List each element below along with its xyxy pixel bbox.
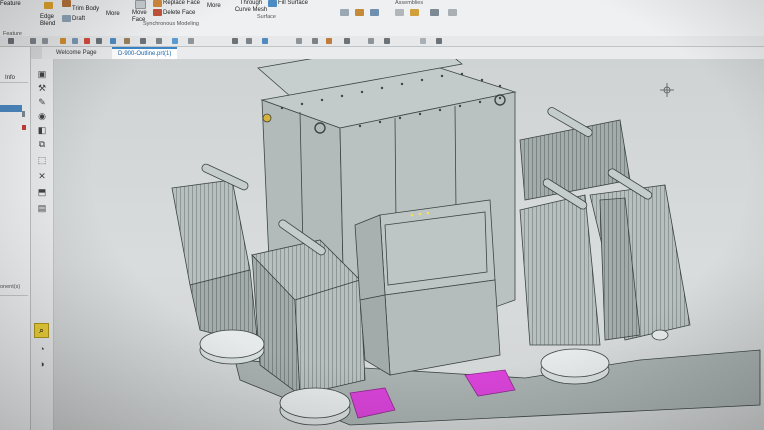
assembly-tool-icon[interactable] [430, 9, 439, 16]
search-icon[interactable]: ⌕ [34, 323, 49, 338]
tab-label: Welcome Page [56, 50, 97, 56]
feature-button[interactable]: Feature [0, 1, 21, 8]
navigator-strip: ▣ ⚒ ✎ ◉ ◧ ⧉ ⬚ ✕ ⬒ ▤ ⌕ ◔ ◑ [31, 59, 54, 430]
tab-welcome-page[interactable]: Welcome Page [50, 48, 103, 58]
constraint-navigator-icon[interactable]: ⚒ [36, 83, 48, 93]
close-icon[interactable]: ✕ [36, 171, 48, 181]
assembly-tool-icon[interactable] [410, 9, 419, 16]
view-icon[interactable] [420, 38, 426, 44]
filter-icon[interactable] [42, 38, 48, 44]
document-tabs: Welcome Page D-900-Outline.prt(1) [42, 47, 764, 59]
view-icon[interactable] [312, 38, 318, 44]
tree-icon [22, 111, 25, 117]
divider [0, 295, 28, 296]
snap-icon[interactable] [172, 38, 178, 44]
delete-face-button[interactable]: Delete Face [163, 10, 195, 17]
more-button[interactable]: More [106, 11, 120, 18]
settings-icon[interactable]: ◔ [36, 344, 48, 354]
snap-icon[interactable] [60, 38, 66, 44]
palette-icon[interactable]: ▤ [36, 203, 48, 213]
through-curve-mesh-button[interactable]: Through Curve Mesh [233, 0, 269, 14]
snap-icon[interactable] [72, 38, 78, 44]
snap-icon[interactable] [140, 38, 146, 44]
draft-icon [62, 15, 71, 22]
web-browser-icon[interactable]: ⬒ [36, 187, 48, 197]
view-icon[interactable] [296, 38, 302, 44]
trim-body-icon [62, 0, 71, 7]
history-icon[interactable]: ⧉ [36, 139, 48, 149]
snap-icon[interactable] [156, 38, 162, 44]
view-icon[interactable] [368, 38, 374, 44]
component-count-fragment: onent(s) [0, 284, 21, 290]
selected-row[interactable] [0, 105, 22, 112]
radiator-right-1 [519, 194, 601, 346]
move-face-icon [135, 0, 146, 9]
view-icon[interactable] [232, 38, 238, 44]
filter-icon[interactable] [30, 38, 36, 44]
assembly-tool-icon[interactable] [370, 9, 379, 16]
snap-icon[interactable] [110, 38, 116, 44]
graphics-window[interactable] [54, 59, 764, 430]
radiator-left-outer [171, 179, 251, 286]
view-icon[interactable] [384, 38, 390, 44]
view-icon[interactable] [436, 38, 442, 44]
assemblies-group-label: Assemblies [395, 0, 424, 6]
info-label: Info [5, 75, 16, 81]
lower-box [384, 279, 501, 376]
assembly-navigator-icon[interactable]: ▣ [36, 69, 48, 79]
draft-button[interactable]: Draft [72, 16, 85, 23]
crosshair-cursor [660, 83, 674, 97]
resource-bar: Info onent(s) [0, 47, 31, 430]
ribbon-toolbar: Feature Trim Body Draft Edge Blend More … [0, 0, 764, 41]
replace-face-button[interactable]: Replace Face [163, 0, 200, 7]
divider [0, 82, 28, 83]
snap-icon[interactable] [96, 38, 102, 44]
tree-icon [22, 125, 26, 130]
tab-model-file[interactable]: D-900-Outline.prt(1) [112, 47, 178, 59]
assembly-tool-icon[interactable] [355, 9, 364, 16]
snap-icon[interactable] [84, 38, 90, 44]
tab-label: D-900-Outline.prt(1) [118, 51, 172, 57]
reuse-library-icon[interactable]: ◉ [36, 111, 48, 121]
system-materials-icon[interactable]: ⬚ [36, 155, 48, 165]
control-box [379, 199, 496, 296]
assembly-tool-icon[interactable] [448, 9, 457, 16]
view-icon[interactable] [246, 38, 252, 44]
radiator-back-right [519, 119, 631, 201]
view-icon[interactable] [344, 38, 350, 44]
delete-face-icon [153, 9, 162, 16]
fill-surface-icon [268, 0, 277, 7]
surface-group-label: Surface [257, 14, 276, 20]
view-icon[interactable] [326, 38, 332, 44]
assembly-tool-icon[interactable] [395, 9, 404, 16]
more-button[interactable]: More [207, 3, 221, 10]
snap-icon[interactable] [188, 38, 194, 44]
snap-icon[interactable] [124, 38, 130, 44]
nx-cad-window: Feature Trim Body Draft Edge Blend More … [0, 0, 764, 430]
selection-toolbar [0, 36, 764, 47]
view-manager-icon[interactable]: ◧ [36, 125, 48, 135]
menu-icon[interactable] [8, 38, 14, 44]
fill-surface-button[interactable]: Fill Surface [278, 0, 308, 7]
role-icon[interactable]: ◑ [36, 359, 48, 369]
view-icon[interactable] [262, 38, 268, 44]
trim-body-button[interactable]: Trim Body [72, 6, 99, 13]
transformer-model-drawing [171, 59, 761, 426]
synchronous-modeling-group-label: Synchronous Modeling [143, 21, 199, 27]
part-navigator-icon[interactable]: ✎ [36, 97, 48, 107]
assembly-tool-icon[interactable] [340, 9, 349, 16]
edge-blend-icon [44, 2, 53, 9]
replace-face-icon [153, 0, 162, 7]
edge-blend-button[interactable]: Edge Blend [40, 14, 60, 28]
